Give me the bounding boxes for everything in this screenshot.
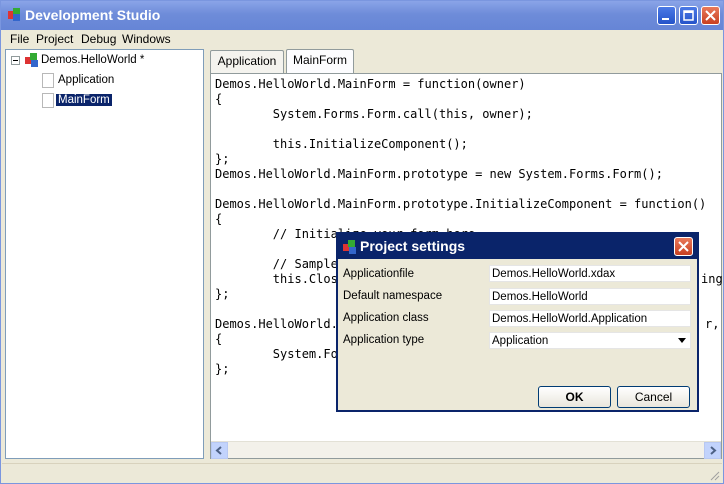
menu-bar: File Project Debug Windows (2, 30, 722, 48)
maximize-icon (683, 10, 694, 21)
scroll-left-button[interactable] (211, 442, 228, 459)
minimize-button[interactable] (657, 6, 676, 25)
file-icon (42, 93, 54, 108)
application-type-label: Application type (343, 334, 425, 346)
close-icon (705, 10, 716, 21)
application-class-field[interactable]: Demos.HelloWorld.Application (489, 310, 691, 327)
code-fragment: ing (701, 272, 723, 286)
close-icon (678, 241, 689, 252)
project-icon (25, 53, 38, 67)
tree-item-application[interactable]: Application (58, 74, 114, 86)
menu-windows[interactable]: Windows (122, 32, 171, 46)
collapse-toggle[interactable] (11, 56, 20, 65)
horizontal-scrollbar[interactable] (211, 441, 721, 459)
application-type-value: Application (492, 335, 549, 347)
scroll-right-button[interactable] (704, 442, 721, 459)
tree-root-label[interactable]: Demos.HelloWorld * (41, 54, 144, 66)
project-tree[interactable]: Demos.HelloWorld * Application MainForm (5, 49, 204, 459)
window-title: Development Studio (25, 7, 161, 23)
cancel-button[interactable]: Cancel (617, 386, 690, 408)
resize-grip-icon[interactable] (708, 469, 720, 481)
dialog-title-bar[interactable]: Project settings (338, 234, 697, 259)
file-icon (42, 73, 54, 88)
menu-file[interactable]: File (10, 32, 29, 46)
project-settings-dialog: Project settings Applicationfile Demos.H… (336, 232, 699, 412)
dialog-title: Project settings (360, 238, 466, 254)
status-bar (2, 463, 722, 483)
maximize-button[interactable] (679, 6, 698, 25)
tree-item-mainform[interactable]: MainForm (56, 94, 112, 106)
default-namespace-label: Default namespace (343, 290, 443, 302)
arrow-right-icon (710, 446, 717, 455)
code-fragment: r, (705, 317, 720, 331)
app-icon (8, 8, 20, 21)
applicationfile-label: Applicationfile (343, 268, 414, 280)
applicationfile-field[interactable]: Demos.HelloWorld.xdax (489, 265, 691, 282)
application-class-label: Application class (343, 312, 429, 324)
application-type-select[interactable]: Application (489, 332, 691, 349)
title-bar[interactable]: Development Studio (1, 1, 723, 30)
close-button[interactable] (701, 6, 720, 25)
ok-button[interactable]: OK (538, 386, 611, 408)
arrow-left-icon (215, 446, 222, 455)
project-icon (343, 240, 356, 254)
chevron-down-icon (678, 338, 686, 343)
menu-project[interactable]: Project (36, 32, 73, 46)
tab-application[interactable]: Application (210, 50, 284, 73)
tab-mainform[interactable]: MainForm (286, 49, 354, 74)
default-namespace-field[interactable]: Demos.HelloWorld (489, 288, 691, 305)
dialog-close-button[interactable] (674, 237, 693, 256)
minimize-icon (662, 18, 669, 20)
menu-debug[interactable]: Debug (81, 32, 116, 46)
